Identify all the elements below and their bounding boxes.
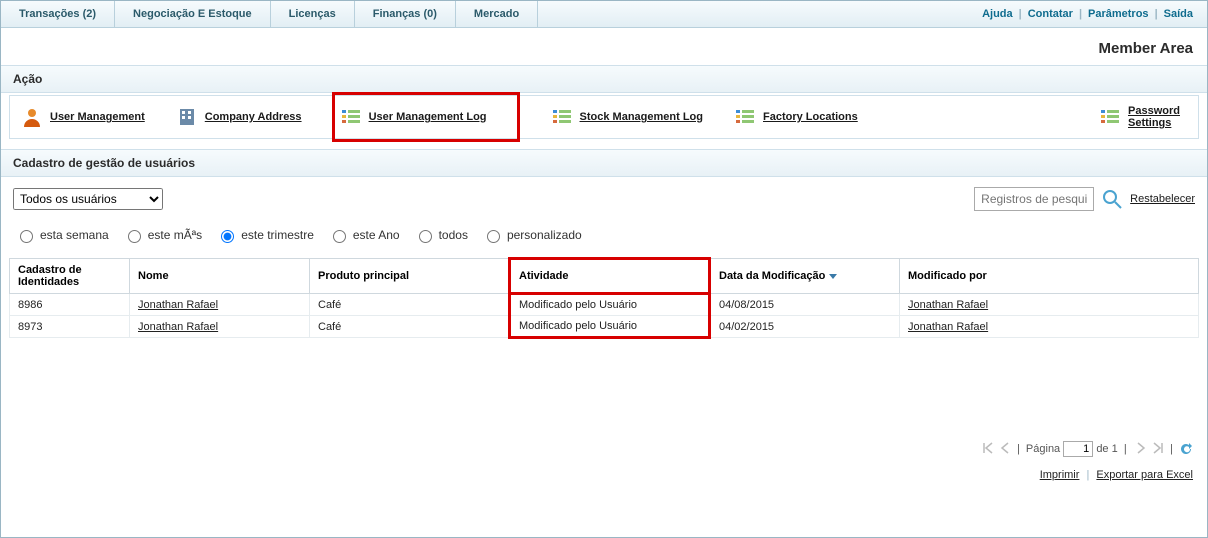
radio-quarter[interactable]: este trimestre — [216, 227, 314, 243]
link-exit[interactable]: Saída — [1164, 8, 1193, 20]
list-icon — [1098, 105, 1122, 129]
cell-moddate: 04/02/2015 — [710, 316, 900, 338]
cell-name: Jonathan Rafael — [130, 316, 310, 338]
user-link[interactable]: Jonathan Rafael — [908, 321, 988, 333]
cell-activity: Modificado pelo Usuário — [510, 316, 710, 338]
reset-link[interactable]: Restabelecer — [1130, 193, 1195, 205]
action-header: Ação — [1, 65, 1207, 93]
col-activity[interactable]: Atividade — [510, 259, 710, 294]
page-input[interactable] — [1063, 441, 1093, 457]
nav-tab-licencas[interactable]: Licenças — [271, 1, 355, 27]
col-moddate[interactable]: Data da Modificação — [710, 259, 900, 294]
action-user-management-log[interactable]: User Management Log — [332, 92, 520, 142]
table-row: 8973 Jonathan Rafael Café Modificado pel… — [10, 316, 1199, 338]
user-link[interactable]: Jonathan Rafael — [908, 299, 988, 311]
prev-page-icon[interactable] — [997, 442, 1011, 456]
member-area-title: Member Area — [1, 28, 1207, 65]
action-label: Password Settings — [1128, 105, 1188, 129]
cell-id: 8973 — [10, 316, 130, 338]
action-factory-locations[interactable]: Factory Locations — [733, 105, 858, 129]
col-product[interactable]: Produto principal — [310, 259, 510, 294]
col-name[interactable]: Nome — [130, 259, 310, 294]
page-label: Página — [1026, 443, 1060, 455]
date-range-radios: esta semana este mÃªs este trimestre est… — [1, 221, 1207, 255]
col-id[interactable]: Cadastro de Identidades — [10, 259, 130, 294]
action-stock-management-log[interactable]: Stock Management Log — [550, 105, 703, 129]
user-link[interactable]: Jonathan Rafael — [138, 299, 218, 311]
action-label: User Management — [50, 111, 145, 123]
action-bar: User Management Company Address User Man… — [9, 95, 1199, 139]
cell-id: 8986 — [10, 294, 130, 316]
radio-month[interactable]: este mÃªs — [123, 227, 202, 243]
link-params[interactable]: Parâmetros — [1088, 8, 1149, 20]
sort-desc-icon — [829, 274, 837, 279]
user-icon — [20, 105, 44, 129]
user-filter-select[interactable]: Todos os usuários — [13, 188, 163, 210]
radio-all[interactable]: todos — [414, 227, 468, 243]
cell-activity: Modificado pelo Usuário — [510, 294, 710, 316]
cell-product: Café — [310, 294, 510, 316]
search-input[interactable] — [974, 187, 1094, 211]
radio-custom[interactable]: personalizado — [482, 227, 582, 243]
export-excel-link[interactable]: Exportar para Excel — [1096, 469, 1193, 481]
sub-header: Cadastro de gestão de usuários — [1, 149, 1207, 177]
search-icon[interactable] — [1100, 187, 1124, 211]
action-user-management[interactable]: User Management — [20, 105, 145, 129]
cell-product: Café — [310, 316, 510, 338]
of-label: de — [1096, 443, 1108, 455]
table-row: 8986 Jonathan Rafael Café Modificado pel… — [10, 294, 1199, 316]
list-icon — [339, 105, 363, 129]
nav-tab-mercado[interactable]: Mercado — [456, 1, 538, 27]
nav-tab-negociacao[interactable]: Negociação E Estoque — [115, 1, 271, 27]
radio-week[interactable]: esta semana — [15, 227, 109, 243]
action-company-address[interactable]: Company Address — [175, 105, 302, 129]
cell-modby: Jonathan Rafael — [900, 294, 1199, 316]
list-icon — [733, 105, 757, 129]
cell-modby: Jonathan Rafael — [900, 316, 1199, 338]
last-page-icon[interactable] — [1150, 442, 1164, 456]
action-password-settings[interactable]: Password Settings — [1098, 105, 1188, 129]
cell-name: Jonathan Rafael — [130, 294, 310, 316]
total-pages: 1 — [1112, 443, 1118, 455]
col-modby[interactable]: Modificado por — [900, 259, 1199, 294]
action-label: Company Address — [205, 111, 302, 123]
refresh-icon[interactable] — [1179, 442, 1193, 456]
action-label: Factory Locations — [763, 111, 858, 123]
log-table: Cadastro de Identidades Nome Produto pri… — [9, 257, 1199, 339]
list-icon — [550, 105, 574, 129]
nav-tab-financas[interactable]: Finanças (0) — [355, 1, 456, 27]
building-icon — [175, 105, 199, 129]
radio-year[interactable]: este Ano — [328, 227, 400, 243]
user-link[interactable]: Jonathan Rafael — [138, 321, 218, 333]
print-link[interactable]: Imprimir — [1040, 469, 1080, 481]
link-contact[interactable]: Contatar — [1028, 8, 1073, 20]
top-nav: Transações (2) Negociação E Estoque Lice… — [1, 1, 1207, 28]
action-label: User Management Log — [369, 111, 487, 123]
first-page-icon[interactable] — [980, 442, 994, 456]
next-page-icon[interactable] — [1133, 442, 1147, 456]
action-label: Stock Management Log — [580, 111, 703, 123]
pager: | Página de 1 | | — [1, 431, 1207, 463]
cell-moddate: 04/08/2015 — [710, 294, 900, 316]
link-help[interactable]: Ajuda — [982, 8, 1013, 20]
nav-tab-transacoes[interactable]: Transações (2) — [1, 1, 115, 27]
